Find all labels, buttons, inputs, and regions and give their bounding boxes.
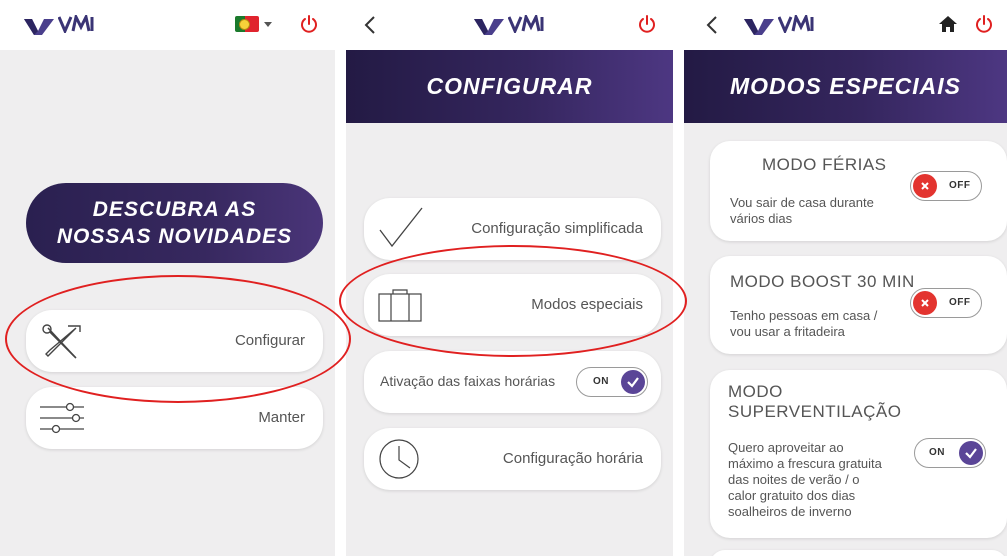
promo-line-1: DESCUBRA AS xyxy=(92,198,257,221)
mode-desc-line: vou usar a fritadeira xyxy=(730,324,845,339)
menu-item-manter[interactable]: Manter xyxy=(26,387,323,449)
page-title-banner: MODOS ESPECIAIS xyxy=(684,50,1007,123)
mode-desc-line: vários dias xyxy=(730,211,793,226)
menu-item-special-modes[interactable]: Modos especiais xyxy=(364,274,661,336)
mode-title: MODO BOOST 30 MIN xyxy=(730,272,915,291)
mode-desc-line: Quero aproveitar ao xyxy=(728,440,844,455)
mode-card-boost: MODO BOOST 30 MIN Tenho pessoas em casa … xyxy=(710,256,1007,354)
page-title-banner: CONFIGURAR xyxy=(346,50,673,123)
vmi-logo-icon xyxy=(474,13,546,35)
toggle-state: ON xyxy=(929,447,945,458)
menu-item-label: Configuração simplificada xyxy=(471,220,643,237)
clock-icon xyxy=(379,439,419,479)
check-icon xyxy=(959,441,983,465)
power-icon[interactable] xyxy=(637,14,657,34)
portugal-flag-icon[interactable] xyxy=(235,16,259,32)
power-icon[interactable] xyxy=(299,14,319,34)
mode-title: MODO xyxy=(728,382,783,401)
tools-icon xyxy=(42,324,81,359)
special-modes-screen: MODOS ESPECIAIS MODO FÉRIAS Vou sair de … xyxy=(684,0,1007,556)
mode-ferias-toggle[interactable]: OFF xyxy=(910,171,982,201)
mode-boost-toggle[interactable]: OFF xyxy=(910,288,982,318)
mode-card-partial xyxy=(710,550,1007,556)
toggle-state: OFF xyxy=(949,180,971,191)
menu-item-configurar[interactable]: Configurar xyxy=(26,310,323,372)
checkmark-icon xyxy=(379,207,423,248)
home-icon[interactable] xyxy=(938,14,958,34)
top-bar xyxy=(0,0,335,50)
menu-item-label: Manter xyxy=(258,409,305,426)
close-icon xyxy=(913,174,937,198)
mode-desc-line: Tenho pessoas em casa / xyxy=(730,308,878,323)
promo-banner[interactable]: DESCUBRA AS NOSSAS NOVIDADES xyxy=(26,183,323,263)
home-screen: DESCUBRA AS NOSSAS NOVIDADES Configurar … xyxy=(0,0,335,556)
promo-line-2: NOSSAS NOVIDADES xyxy=(56,225,293,248)
mode-desc-line: das noites de verão / o xyxy=(728,472,860,487)
menu-item-label: Modos especiais xyxy=(531,296,643,313)
back-arrow-icon[interactable] xyxy=(362,14,380,36)
vmi-logo-icon xyxy=(744,13,816,35)
vmi-logo-icon xyxy=(24,13,96,35)
top-bar xyxy=(346,0,673,50)
toggle-state: OFF xyxy=(949,297,971,308)
check-icon xyxy=(621,370,645,394)
suitcase-icon xyxy=(378,289,422,322)
mode-card-ferias: MODO FÉRIAS Vou sair de casa durante vár… xyxy=(710,141,1007,241)
page-title: MODOS ESPECIAIS xyxy=(730,73,961,99)
mode-desc-line: calor gratuito dos dias xyxy=(728,488,856,503)
mode-desc-line: Vou sair de casa durante xyxy=(730,195,874,210)
configure-screen: CONFIGURAR Configuração simplificada Mod… xyxy=(346,0,673,556)
menu-item-label: Configuração horária xyxy=(502,450,643,467)
power-icon[interactable] xyxy=(974,14,994,34)
time-slots-toggle[interactable]: ON xyxy=(576,367,648,397)
page-title: CONFIGURAR xyxy=(426,73,593,99)
menu-item-simplified-config[interactable]: Configuração simplificada xyxy=(364,198,661,260)
mode-card-superventilacao: MODO SUPERVENTILAÇÃO Quero aproveitar ao… xyxy=(710,370,1007,538)
menu-item-label: Configurar xyxy=(234,332,305,349)
mode-title: MODO FÉRIAS xyxy=(762,155,887,174)
mode-title: SUPERVENTILAÇÃO xyxy=(728,402,902,421)
time-slots-activation-row: Ativação das faixas horárias ON xyxy=(364,351,661,413)
mode-desc-line: máximo a frescura gratuita xyxy=(728,456,882,471)
toggle-state: ON xyxy=(593,376,609,387)
back-arrow-icon[interactable] xyxy=(704,14,722,36)
mode-desc-line: soalheiros de inverno xyxy=(728,504,852,519)
close-icon xyxy=(913,291,937,315)
chevron-down-icon[interactable] xyxy=(264,22,272,27)
sliders-icon xyxy=(40,402,84,434)
mode-superventilacao-toggle[interactable]: ON xyxy=(914,438,986,468)
top-bar xyxy=(684,0,1007,50)
menu-item-time-config[interactable]: Configuração horária xyxy=(364,428,661,490)
time-slots-label: Ativação das faixas horárias xyxy=(380,373,556,389)
